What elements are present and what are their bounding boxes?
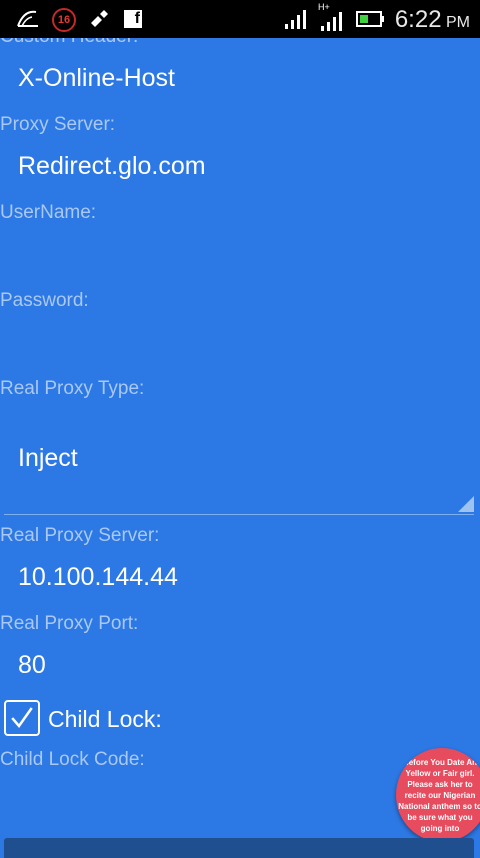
real-proxy-port-input[interactable]: 80 xyxy=(18,651,46,680)
dropdown-triangle-icon xyxy=(458,496,474,512)
facebook-icon: f xyxy=(124,10,142,28)
real-proxy-type-spinner[interactable]: Inject xyxy=(4,412,474,515)
notification-count: 16 xyxy=(52,8,76,32)
custom-header-input[interactable]: X-Online-Host xyxy=(18,64,175,93)
child-lock-code-label: Child Lock Code: xyxy=(0,749,145,770)
password-label: Password: xyxy=(0,290,89,311)
real-proxy-type-value: Inject xyxy=(18,444,78,472)
signal-bars-hplus-icon: H+ xyxy=(318,2,346,36)
child-lock-label[interactable]: Child Lock: xyxy=(48,706,162,733)
real-proxy-server-label: Real Proxy Server: xyxy=(0,525,160,546)
notification-badge-icon: 16 xyxy=(52,8,76,32)
username-input[interactable] xyxy=(0,232,480,274)
real-proxy-server-input[interactable]: 10.100.144.44 xyxy=(18,563,178,592)
proxy-server-input[interactable]: Redirect.glo.com xyxy=(18,152,206,181)
brush-icon xyxy=(88,8,110,34)
bottom-button[interactable] xyxy=(4,838,474,858)
real-proxy-port-label: Real Proxy Port: xyxy=(0,613,139,634)
status-bar-overlay: 16 f H+ 6:22 PM xyxy=(0,0,480,38)
clock: 6:22 PM xyxy=(395,6,470,34)
clock-ampm: PM xyxy=(446,14,470,31)
ad-text: Before You Date An Yellow or Fair girl. … xyxy=(398,757,480,833)
proxy-server-label: Proxy Server: xyxy=(0,114,116,135)
real-proxy-type-label: Real Proxy Type: xyxy=(0,378,145,399)
battery-icon xyxy=(356,10,386,32)
clock-time: 6:22 xyxy=(394,6,442,33)
password-input[interactable] xyxy=(0,320,480,362)
floating-ad-bubble[interactable]: Before You Date An Yellow or Fair girl. … xyxy=(396,748,480,842)
signal-bars-icon xyxy=(284,8,308,34)
username-label: UserName: xyxy=(0,202,97,223)
child-lock-checkbox[interactable] xyxy=(4,700,40,736)
signal-wave-icon xyxy=(16,8,40,34)
checkmark-icon xyxy=(11,707,33,729)
